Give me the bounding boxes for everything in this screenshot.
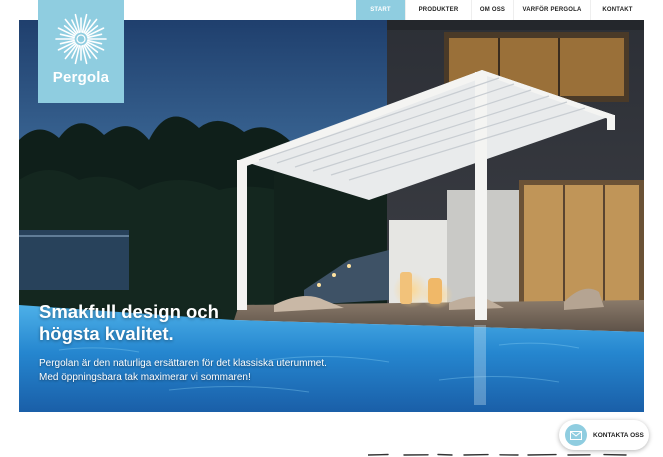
nav-item-varfor-pergola[interactable]: VARFÖR PERGOLA [513,0,590,20]
hero-headline-line-1: Smakfull design och [39,301,219,322]
logo-text: Pergola [52,69,110,86]
hero-subtitle-line-1: Pergolan är den naturliga ersättaren för… [39,358,327,369]
hero-text-block: Smakfull design och högsta kvalitet. Per… [39,301,459,384]
contact-us-button[interactable]: KONTAKTA OSS [559,420,649,450]
nav-item-kontakt[interactable]: KONTAKT [590,0,644,20]
sunburst-logo-icon [55,13,107,65]
hero-headline: Smakfull design och högsta kvalitet. [39,301,459,345]
hero-subtitle-line-2: Med öppningsbara tak maximerar vi sommar… [39,371,251,383]
mail-icon [565,424,587,446]
nav-item-start[interactable]: START [356,0,405,20]
contact-us-label: KONTAKTA OSS [593,431,644,439]
nav-item-produkter[interactable]: PRODUKTER [405,0,471,20]
main-nav: START PRODUKTER OM OSS VARFÖR PERGOLA KO… [356,0,644,20]
hero-headline-line-2: högsta kvalitet. [39,323,174,344]
nav-item-om-oss[interactable]: OM OSS [471,0,513,20]
hero-subtitle: Pergolan är den naturliga ersättaren för… [39,357,459,384]
logo[interactable]: Pergola [38,0,124,103]
decorative-brush-strokes [368,453,627,456]
